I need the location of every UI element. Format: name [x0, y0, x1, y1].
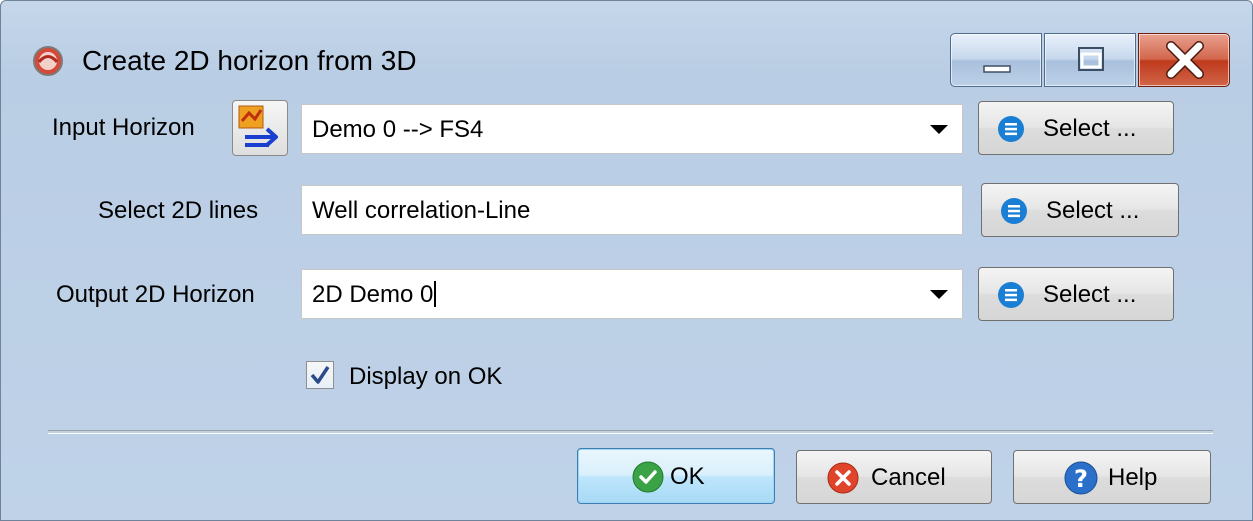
- check-circle-icon: [632, 461, 664, 493]
- output-2d-horizon-select-button[interactable]: Select ...: [978, 267, 1174, 321]
- output-2d-horizon-text: 2D Demo 0: [312, 281, 434, 308]
- help-label: Help: [1108, 464, 1158, 491]
- help-icon: ?: [1064, 461, 1098, 495]
- dropdown-arrow-icon[interactable]: [930, 125, 948, 134]
- display-on-ok-checkbox[interactable]: [306, 361, 334, 389]
- close-icon: [1166, 41, 1204, 79]
- help-button[interactable]: ? Help: [1013, 450, 1211, 504]
- list-icon: [1001, 198, 1027, 224]
- close-button[interactable]: [1138, 33, 1230, 87]
- input-horizon-label: Input Horizon: [52, 114, 195, 141]
- dropdown-arrow-icon[interactable]: [930, 290, 948, 299]
- output-2d-horizon-label: Output 2D Horizon: [56, 281, 255, 308]
- cancel-button[interactable]: Cancel: [796, 450, 992, 504]
- cancel-label: Cancel: [871, 464, 946, 491]
- minimize-button[interactable]: [950, 33, 1042, 87]
- output-2d-horizon-value: 2D Demo 0: [312, 281, 437, 309]
- input-horizon-value: Demo 0 --> FS4: [312, 116, 484, 143]
- cancel-circle-icon: [827, 462, 859, 494]
- dialog-window: Create 2D horizon from 3D Input Horizon: [0, 0, 1253, 521]
- list-icon: [998, 116, 1024, 142]
- window-title: Create 2D horizon from 3D: [82, 45, 417, 76]
- ok-label: OK: [670, 463, 705, 490]
- select-label: Select ...: [1046, 197, 1140, 224]
- minimize-icon: [983, 65, 1011, 73]
- svg-text:?: ?: [1074, 465, 1088, 493]
- select-label: Select ...: [1043, 281, 1137, 308]
- input-horizon-select-button[interactable]: Select ...: [978, 101, 1174, 155]
- horizon-transfer-button[interactable]: [232, 100, 288, 156]
- maximize-button[interactable]: [1044, 33, 1136, 87]
- output-2d-horizon-combobox[interactable]: 2D Demo 0: [301, 269, 963, 319]
- footer-separator: [48, 430, 1213, 434]
- maximize-icon: [1078, 47, 1104, 71]
- horizon-transfer-icon: [238, 105, 278, 147]
- ok-button[interactable]: OK: [577, 448, 775, 504]
- title-bar[interactable]: Create 2D horizon from 3D: [1, 1, 1252, 89]
- select-label: Select ...: [1043, 115, 1137, 142]
- select-2d-lines-label: Select 2D lines: [98, 197, 259, 224]
- display-on-ok-label[interactable]: Display on OK: [349, 363, 502, 391]
- select-2d-lines-value: Well correlation-Line: [312, 197, 531, 224]
- checkmark-icon: [310, 366, 330, 384]
- select-2d-lines-button[interactable]: Select ...: [981, 183, 1179, 237]
- input-horizon-combobox[interactable]: Demo 0 --> FS4: [301, 104, 963, 154]
- select-2d-lines-field[interactable]: Well correlation-Line: [301, 185, 963, 235]
- text-caret: [434, 281, 437, 307]
- app-logo-icon: [33, 46, 63, 76]
- list-icon: [998, 282, 1024, 308]
